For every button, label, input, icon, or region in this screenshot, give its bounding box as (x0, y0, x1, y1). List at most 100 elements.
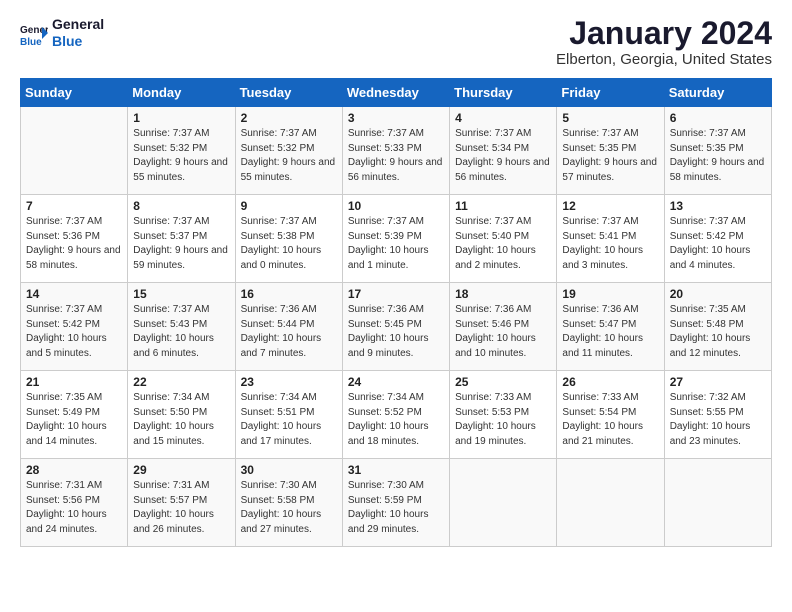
calendar-cell: 9 Sunrise: 7:37 AMSunset: 5:38 PMDaylight… (235, 195, 342, 283)
weekday-header: Thursday (450, 79, 557, 107)
day-number: 17 (348, 287, 444, 301)
calendar-cell: 27 Sunrise: 7:32 AMSunset: 5:55 PMDayligh… (664, 371, 771, 459)
logo: General Blue General Blue (20, 16, 104, 50)
calendar-cell: 13 Sunrise: 7:37 AMSunset: 5:42 PMDayligh… (664, 195, 771, 283)
day-number: 1 (133, 111, 229, 125)
logo-line2: Blue (52, 33, 104, 50)
day-info: Sunrise: 7:37 AMSunset: 5:35 PMDaylight:… (562, 127, 658, 185)
calendar-cell: 29 Sunrise: 7:31 AMSunset: 5:57 PMDayligh… (128, 459, 235, 547)
calendar-cell: 25Sunrise: 7:33 AMSunset: 5:53 PMDayligh… (450, 371, 557, 459)
day-number: 3 (348, 111, 444, 125)
day-number: 26 (562, 375, 658, 389)
day-number: 4 (455, 111, 551, 125)
calendar-cell: 18 Sunrise: 7:36 AMSunset: 5:46 PMDayligh… (450, 283, 557, 371)
calendar-week-row: 7 Sunrise: 7:37 AMSunset: 5:36 PMDaylight… (21, 195, 772, 283)
calendar-cell: 12 Sunrise: 7:37 AMSunset: 5:41 PMDayligh… (557, 195, 664, 283)
day-info: Sunrise: 7:37 AMSunset: 5:35 PMDaylight:… (670, 127, 766, 185)
weekday-header: Saturday (664, 79, 771, 107)
day-number: 13 (670, 199, 766, 213)
day-info: Sunrise: 7:37 AMSunset: 5:40 PMDaylight:… (455, 215, 551, 273)
day-number: 6 (670, 111, 766, 125)
day-info: Sunrise: 7:36 AMSunset: 5:45 PMDaylight:… (348, 303, 444, 361)
day-info: Sunrise: 7:37 AMSunset: 5:34 PMDaylight:… (455, 127, 551, 185)
day-info: Sunrise: 7:37 AMSunset: 5:42 PMDaylight:… (26, 303, 122, 361)
calendar-cell: 28 Sunrise: 7:31 AMSunset: 5:56 PMDayligh… (21, 459, 128, 547)
calendar-cell: 6 Sunrise: 7:37 AMSunset: 5:35 PMDaylight… (664, 107, 771, 195)
day-info: Sunrise: 7:35 AMSunset: 5:49 PMDaylight:… (26, 391, 122, 449)
day-number: 7 (26, 199, 122, 213)
calendar-cell: 31Sunrise: 7:30 AMSunset: 5:59 PMDayligh… (342, 459, 449, 547)
day-info: Sunrise: 7:32 AMSunset: 5:55 PMDaylight:… (670, 391, 766, 449)
day-number: 18 (455, 287, 551, 301)
calendar-cell: 26Sunrise: 7:33 AMSunset: 5:54 PMDayligh… (557, 371, 664, 459)
calendar-cell: 19Sunrise: 7:36 AMSunset: 5:47 PMDayligh… (557, 283, 664, 371)
calendar-cell: 1Sunrise: 7:37 AMSunset: 5:32 PMDaylight… (128, 107, 235, 195)
calendar-cell: 16 Sunrise: 7:36 AMSunset: 5:44 PMDayligh… (235, 283, 342, 371)
calendar-cell: 21 Sunrise: 7:35 AMSunset: 5:49 PMDayligh… (21, 371, 128, 459)
day-info: Sunrise: 7:34 AMSunset: 5:50 PMDaylight:… (133, 391, 229, 449)
page-header: General Blue General Blue January 2024 E… (20, 16, 772, 68)
day-info: Sunrise: 7:37 AMSunset: 5:32 PMDaylight:… (241, 127, 337, 185)
day-number: 2 (241, 111, 337, 125)
weekday-header: Friday (557, 79, 664, 107)
day-info: Sunrise: 7:30 AMSunset: 5:58 PMDaylight:… (241, 479, 337, 537)
day-info: Sunrise: 7:37 AMSunset: 5:37 PMDaylight:… (133, 215, 229, 273)
day-info: Sunrise: 7:31 AMSunset: 5:56 PMDaylight:… (26, 479, 122, 537)
day-info: Sunrise: 7:37 AMSunset: 5:41 PMDaylight:… (562, 215, 658, 273)
day-info: Sunrise: 7:36 AMSunset: 5:44 PMDaylight:… (241, 303, 337, 361)
day-number: 14 (26, 287, 122, 301)
calendar-week-row: 14 Sunrise: 7:37 AMSunset: 5:42 PMDayligh… (21, 283, 772, 371)
day-number: 5 (562, 111, 658, 125)
day-number: 23 (241, 375, 337, 389)
day-number: 28 (26, 463, 122, 477)
logo-line1: General (52, 16, 104, 33)
calendar-cell: 2 Sunrise: 7:37 AMSunset: 5:32 PMDaylight… (235, 107, 342, 195)
day-info: Sunrise: 7:31 AMSunset: 5:57 PMDaylight:… (133, 479, 229, 537)
day-number: 16 (241, 287, 337, 301)
weekday-header: Monday (128, 79, 235, 107)
calendar-cell: 22 Sunrise: 7:34 AMSunset: 5:50 PMDayligh… (128, 371, 235, 459)
calendar-table: SundayMondayTuesdayWednesdayThursdayFrid… (20, 78, 772, 547)
day-info: Sunrise: 7:35 AMSunset: 5:48 PMDaylight:… (670, 303, 766, 361)
calendar-subtitle: Elberton, Georgia, United States (556, 51, 772, 68)
day-number: 30 (241, 463, 337, 477)
calendar-cell: 14 Sunrise: 7:37 AMSunset: 5:42 PMDayligh… (21, 283, 128, 371)
weekday-header: Sunday (21, 79, 128, 107)
calendar-cell: 5 Sunrise: 7:37 AMSunset: 5:35 PMDaylight… (557, 107, 664, 195)
calendar-cell: 8 Sunrise: 7:37 AMSunset: 5:37 PMDaylight… (128, 195, 235, 283)
day-info: Sunrise: 7:37 AMSunset: 5:39 PMDaylight:… (348, 215, 444, 273)
day-number: 24 (348, 375, 444, 389)
day-info: Sunrise: 7:37 AMSunset: 5:33 PMDaylight:… (348, 127, 444, 185)
day-number: 21 (26, 375, 122, 389)
day-number: 22 (133, 375, 229, 389)
calendar-week-row: 1 Sunrise: 7:37 AMSunset: 5:32 PMDaylight… (21, 107, 772, 195)
calendar-cell (664, 459, 771, 547)
day-info: Sunrise: 7:37 AMSunset: 5:38 PMDaylight:… (241, 215, 337, 273)
calendar-cell: 3 Sunrise: 7:37 AMSunset: 5:33 PMDaylight… (342, 107, 449, 195)
weekday-header: Tuesday (235, 79, 342, 107)
calendar-cell: 15Sunrise: 7:37 AMSunset: 5:43 PMDayligh… (128, 283, 235, 371)
day-number: 12 (562, 199, 658, 213)
calendar-cell: 4 Sunrise: 7:37 AMSunset: 5:34 PMDaylight… (450, 107, 557, 195)
calendar-cell: 17 Sunrise: 7:36 AMSunset: 5:45 PMDayligh… (342, 283, 449, 371)
calendar-title: January 2024 (556, 16, 772, 51)
calendar-cell: 20Sunrise: 7:35 AMSunset: 5:48 PMDayligh… (664, 283, 771, 371)
day-info: Sunrise: 7:37 AMSunset: 5:42 PMDaylight:… (670, 215, 766, 273)
day-info: Sunrise: 7:34 AMSunset: 5:52 PMDaylight:… (348, 391, 444, 449)
calendar-cell: 30 Sunrise: 7:30 AMSunset: 5:58 PMDayligh… (235, 459, 342, 547)
calendar-cell (21, 107, 128, 195)
calendar-cell (450, 459, 557, 547)
day-number: 9 (241, 199, 337, 213)
day-info: Sunrise: 7:30 AMSunset: 5:59 PMDaylight:… (348, 479, 444, 537)
day-number: 27 (670, 375, 766, 389)
day-info: Sunrise: 7:34 AMSunset: 5:51 PMDaylight:… (241, 391, 337, 449)
calendar-cell (557, 459, 664, 547)
calendar-cell: 7 Sunrise: 7:37 AMSunset: 5:36 PMDaylight… (21, 195, 128, 283)
day-number: 29 (133, 463, 229, 477)
day-number: 8 (133, 199, 229, 213)
day-info: Sunrise: 7:36 AMSunset: 5:47 PMDaylight:… (562, 303, 658, 361)
day-info: Sunrise: 7:36 AMSunset: 5:46 PMDaylight:… (455, 303, 551, 361)
logo-icon: General Blue (20, 19, 48, 47)
day-info: Sunrise: 7:37 AMSunset: 5:36 PMDaylight:… (26, 215, 122, 273)
calendar-week-row: 28 Sunrise: 7:31 AMSunset: 5:56 PMDayligh… (21, 459, 772, 547)
